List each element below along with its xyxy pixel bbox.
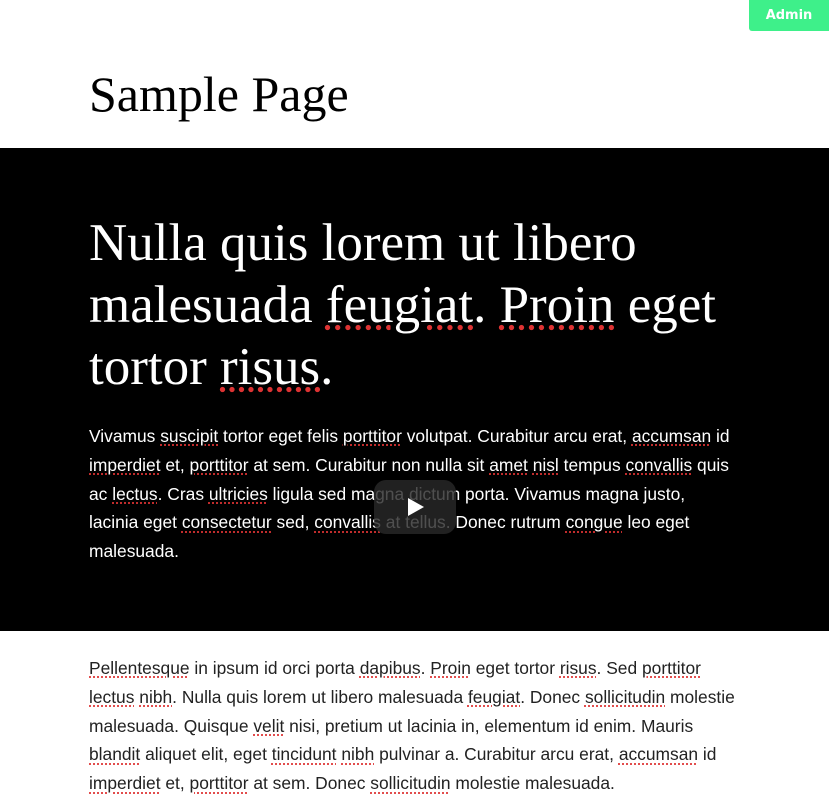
spellcheck-word: convallis [314,512,381,533]
text: in ipsum id orci porta [189,658,360,678]
body-paragraph: Pellentesque in ipsum id orci porta dapi… [89,654,739,798]
spellcheck-word: nisl [532,454,559,475]
text: nisi, pretium ut lacinia in, elementum i… [284,715,694,736]
spellcheck-word: accumsan [618,744,699,765]
text: pulvinar a. Curabitur arcu erat, [374,744,619,765]
spellcheck-word: risus [220,338,321,396]
text: molestie malesuada. [450,773,615,794]
text: . Donec [520,686,585,707]
heading-text: . [473,276,500,334]
text: at sem. Curabitur non nulla sit [248,454,490,475]
text: tempus [558,454,626,475]
spellcheck-word: porttitor [189,773,249,794]
text: . [420,658,431,678]
heading-text: . [320,338,334,396]
text: aliquet elit, eget [140,744,272,765]
spellcheck-word: accumsan [631,426,712,446]
text: at sem. Donec [248,773,371,794]
spellcheck-word: porttitor [642,658,701,678]
spellcheck-word: feugiat [325,276,474,334]
spellcheck-word: Proin [499,276,615,334]
video-play-button[interactable] [374,480,456,534]
spellcheck-word: sollicitudin [584,686,666,707]
text: volutpat. Curabitur arcu erat, [401,426,632,446]
admin-button[interactable]: Admin [749,0,829,31]
text: sed, [271,512,315,533]
spellcheck-word: sollicitudin [370,773,451,794]
spellcheck-word: Pellentesque [89,658,190,678]
play-icon [408,498,424,516]
spellcheck-word: risus [559,658,597,678]
spellcheck-word: tincidunt [271,744,337,765]
text: et, [160,454,190,475]
spellcheck-word: consectetur [181,512,272,533]
spellcheck-word: nibh [341,744,375,765]
spellcheck-word: suscipit [160,426,219,446]
text: Vivamus [89,426,161,446]
text: id [711,426,730,446]
hero-video-section: Nulla quis lorem ut libero malesuada feu… [0,148,829,631]
spellcheck-word: velit [253,715,285,736]
spellcheck-word: lectus [112,483,158,504]
text: tortor eget felis [218,426,343,446]
text: . Nulla quis lorem ut libero malesuada [172,686,468,707]
spellcheck-word: imperdiet [89,773,161,794]
text: et, [160,773,190,794]
spellcheck-word: Proin [430,658,471,678]
spellcheck-word: convallis [625,454,693,475]
hero-heading: Nulla quis lorem ut libero malesuada feu… [89,212,779,398]
text: . Cras [157,483,209,504]
spellcheck-word: dapibus [359,658,421,678]
spellcheck-word: imperdiet [89,454,161,475]
text: . Sed [596,658,642,678]
spellcheck-word: congue [565,512,623,533]
page-title: Sample Page [89,66,349,122]
spellcheck-word: blandit [89,744,141,765]
spellcheck-word: feugiat [467,686,521,707]
spellcheck-word: nibh [139,686,173,707]
spellcheck-word: porttitor [342,426,402,446]
spellcheck-word: ultricies [208,483,268,504]
spellcheck-word: porttitor [189,454,249,475]
text: id [698,744,717,765]
spellcheck-word: lectus [89,686,135,707]
text: eget tortor [470,658,560,678]
spellcheck-word: amet [489,454,528,475]
